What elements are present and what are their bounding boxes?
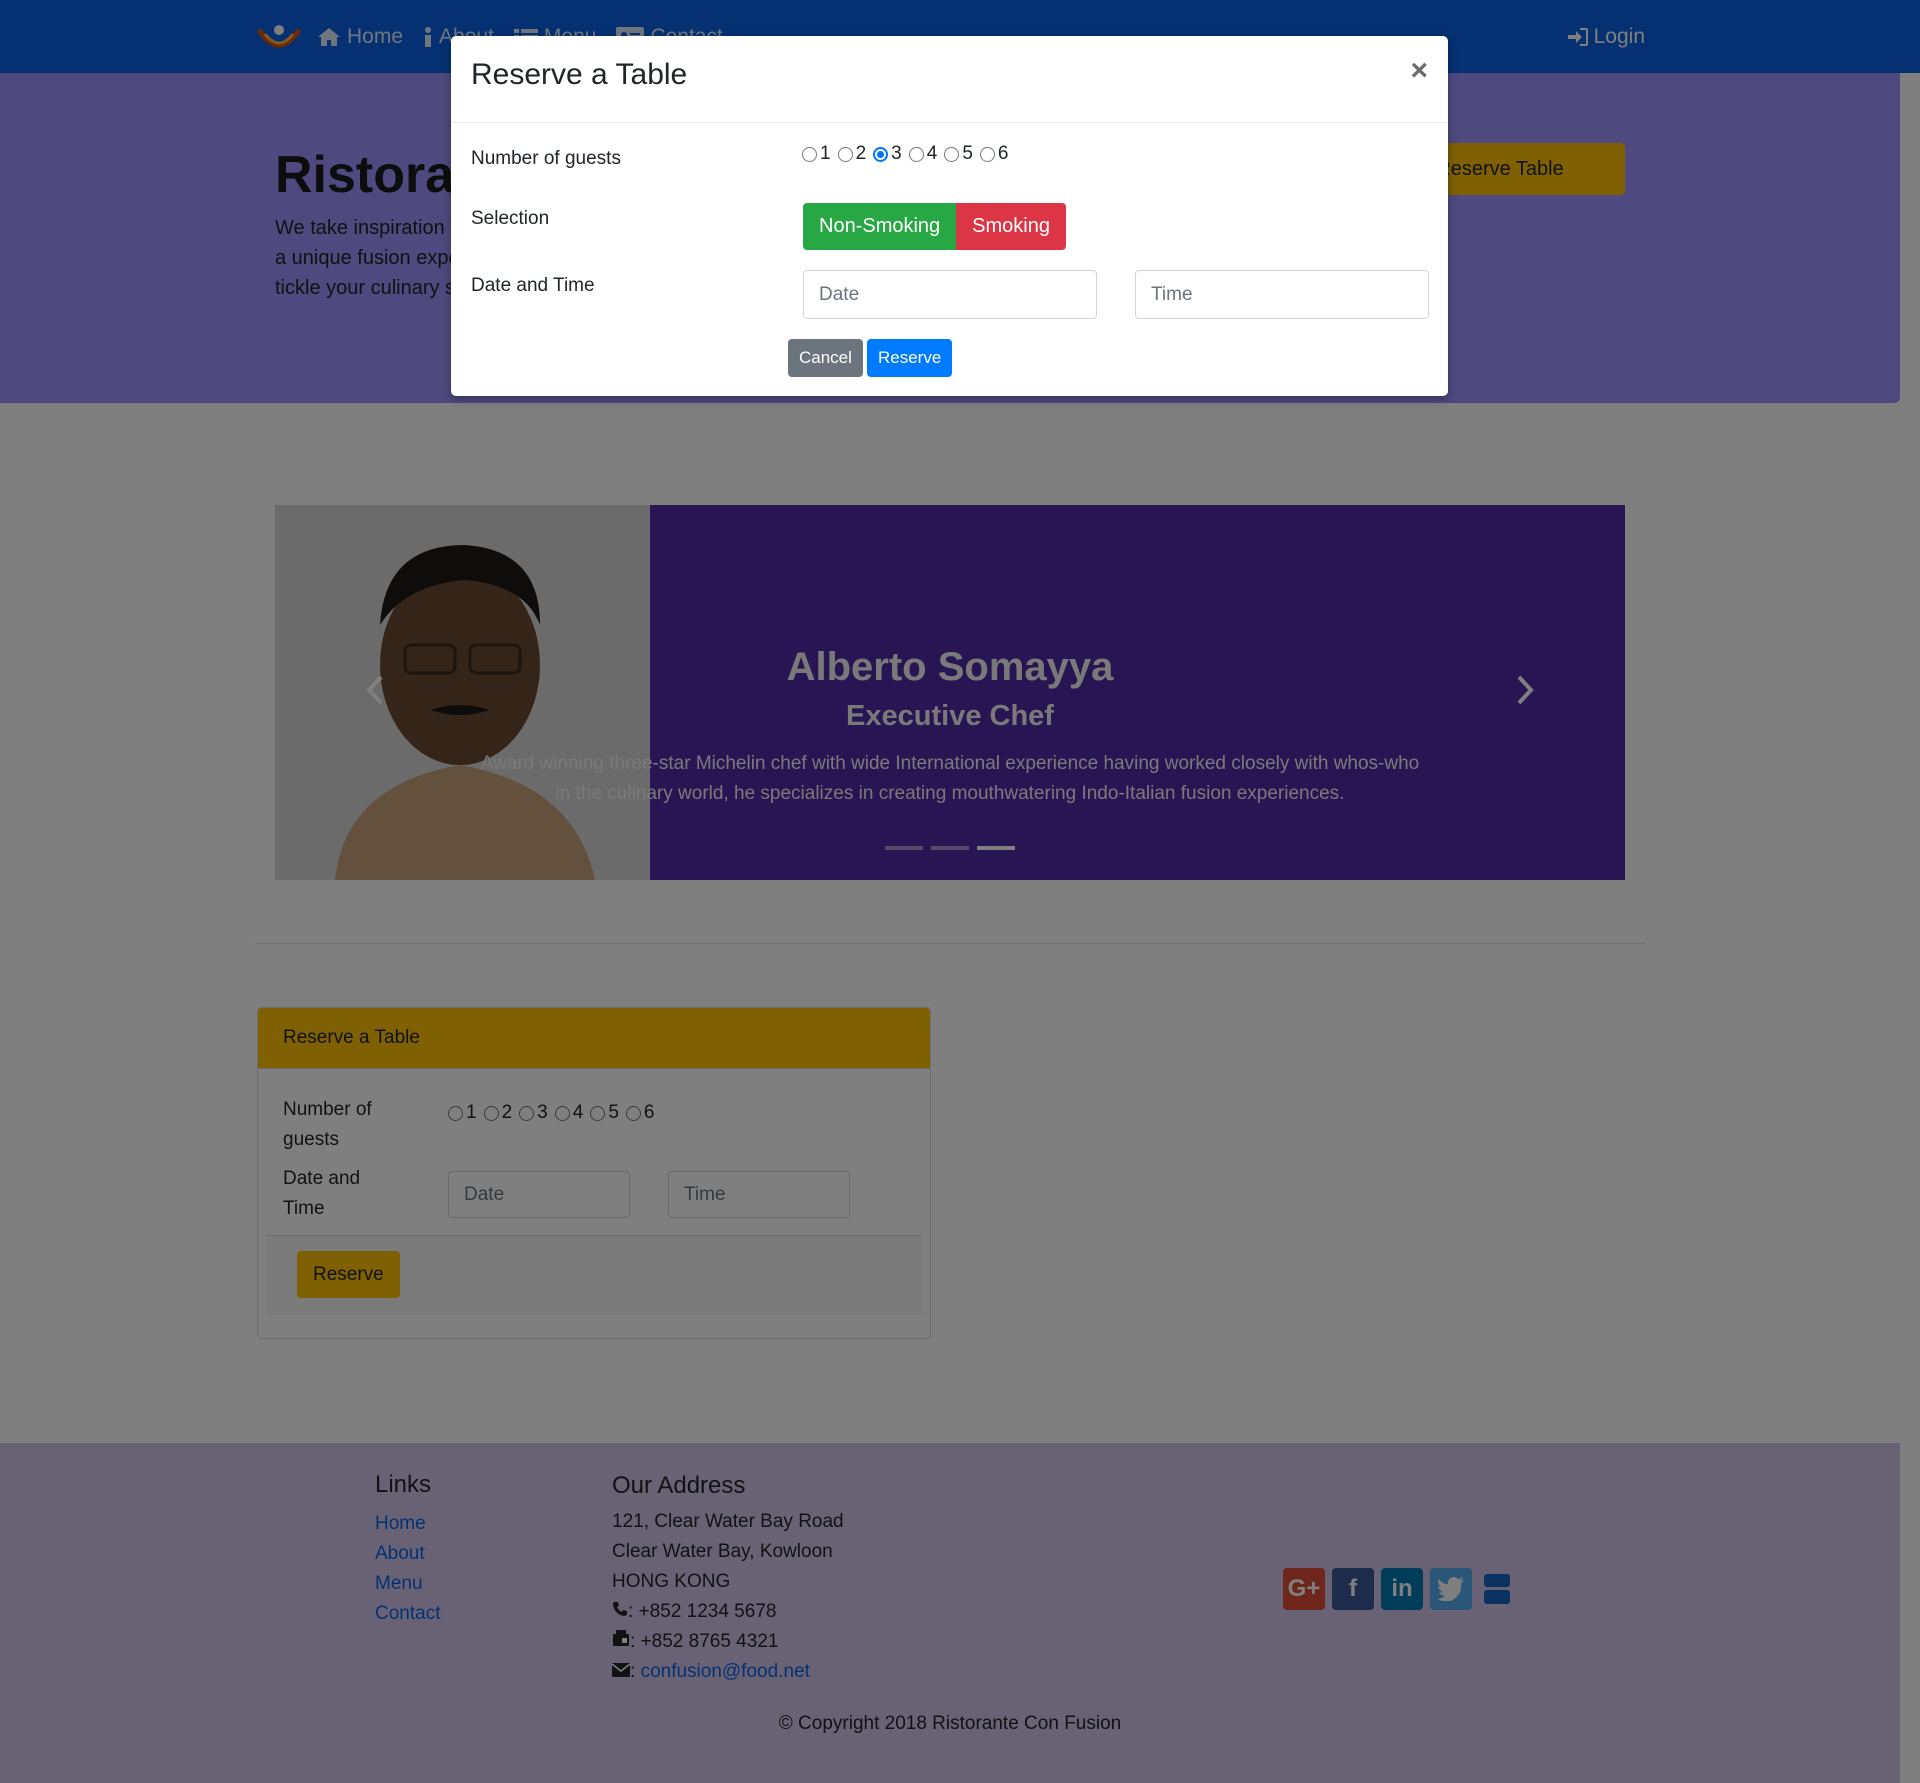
close-icon[interactable]: × (1410, 56, 1428, 86)
modal-datetime-label: Date and Time (471, 275, 595, 296)
smoking-button[interactable]: Smoking (956, 203, 1066, 250)
guest-radio[interactable] (802, 146, 817, 162)
guest-radio[interactable] (944, 146, 960, 162)
guest-radio-selected[interactable] (873, 146, 889, 162)
reserve-button[interactable]: Reserve (867, 339, 953, 377)
cancel-button[interactable]: Cancel (788, 339, 863, 377)
modal-header: Reserve a Table × (451, 36, 1448, 123)
modal-time-input[interactable]: Time (1135, 270, 1429, 319)
modal-guests-label: Number of guests (471, 148, 621, 169)
non-smoking-button[interactable]: Non-Smoking (803, 203, 957, 250)
guest-radio[interactable] (979, 146, 995, 162)
modal-title: Reserve a Table (471, 58, 688, 91)
modal-guests-radio-group: 1 2 3 4 5 6 (802, 143, 1012, 165)
guest-radio[interactable] (837, 146, 853, 162)
reserve-modal: Reserve a Table × Number of guests 1 2 3… (451, 36, 1448, 396)
modal-selection-label: Selection (471, 208, 550, 229)
guest-radio[interactable] (908, 146, 924, 162)
smoking-toggle-group: Non-Smoking Smoking (803, 203, 1066, 250)
modal-date-input[interactable]: Date (803, 270, 1097, 319)
